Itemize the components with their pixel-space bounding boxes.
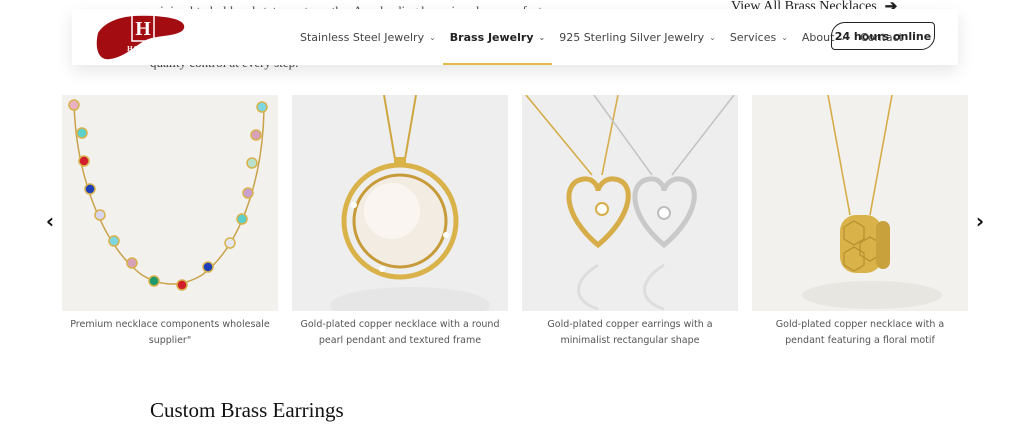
nav-label: Services xyxy=(729,30,777,44)
hongo-logo[interactable]: H HONGO xyxy=(94,11,190,63)
chevron-down-icon: ⌄ xyxy=(781,32,788,42)
product-image-floral-pendant[interactable] xyxy=(752,95,968,311)
svg-text:HONGO: HONGO xyxy=(127,45,159,53)
svg-text:H: H xyxy=(135,18,151,40)
nav-label: Brass Jewelry xyxy=(449,30,534,44)
section-title: Custom Brass Earrings xyxy=(150,398,344,422)
product-image-heart-crystal-necklace[interactable] xyxy=(62,95,278,311)
chevron-left-icon[interactable]: ‹ xyxy=(40,206,60,236)
chevron-right-icon[interactable]: › xyxy=(970,206,990,236)
nav-brass-jewelry[interactable]: Brass Jewelry ⌄ xyxy=(442,9,553,65)
24-hours-online-button[interactable]: 24 hours online xyxy=(831,22,935,50)
nav-label: 925 Sterling Silver Jewelry xyxy=(559,30,705,44)
nav-services[interactable]: Services ⌄ xyxy=(723,9,795,65)
product-card[interactable]: Gold-plated copper necklace with a penda… xyxy=(752,95,968,349)
chevron-down-icon: ⌄ xyxy=(429,32,436,42)
chevron-down-icon: ⌄ xyxy=(709,32,716,42)
product-card[interactable]: Gold-plated copper necklace with a round… xyxy=(292,95,508,349)
product-card[interactable]: Premium necklace components wholesale su… xyxy=(62,95,278,349)
product-image-pearl-pendant[interactable] xyxy=(292,95,508,311)
product-caption: Gold-plated copper necklace with a penda… xyxy=(775,319,945,346)
nav-label: Stainless Steel Jewelry xyxy=(300,30,425,44)
product-caption: Gold-plated copper earrings with a minim… xyxy=(547,319,713,346)
nav-925-sterling-silver-jewelry[interactable]: 925 Sterling Silver Jewelry ⌄ xyxy=(552,9,723,65)
product-card[interactable]: Gold-plated copper earrings with a minim… xyxy=(522,95,738,349)
chevron-down-icon: ⌄ xyxy=(538,32,546,42)
product-image-heart-pendants[interactable] xyxy=(522,95,738,311)
site-header: H HONGO Stainless Steel Jewelry ⌄ Brass … xyxy=(72,9,958,65)
product-caption: Gold-plated copper necklace with a round… xyxy=(300,319,500,346)
main-nav: Stainless Steel Jewelry ⌄ Brass Jewelry … xyxy=(293,9,910,65)
nav-label: About xyxy=(801,30,835,44)
product-caption: Premium necklace components wholesale su… xyxy=(70,319,270,346)
nav-stainless-steel-jewelry[interactable]: Stainless Steel Jewelry ⌄ xyxy=(293,9,443,65)
